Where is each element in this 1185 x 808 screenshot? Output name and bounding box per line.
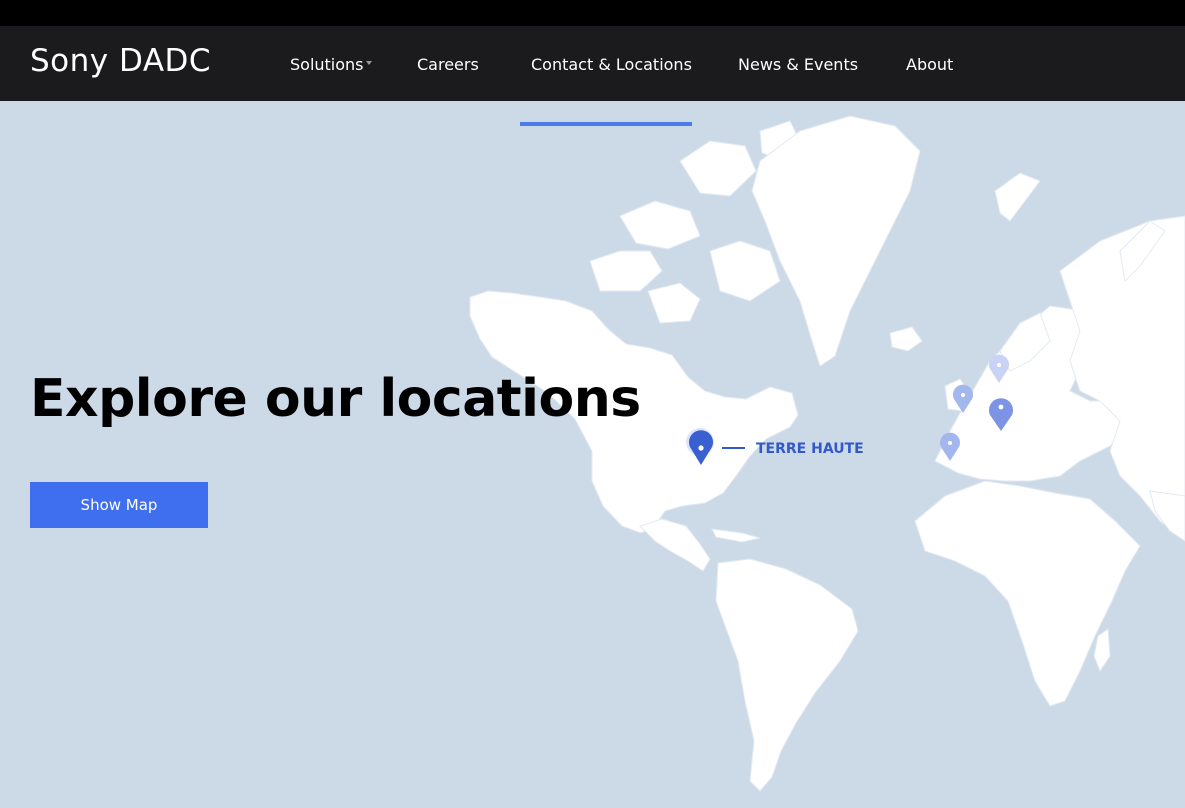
show-map-button[interactable]: Show Map [30, 482, 208, 528]
africa-landmass [914, 480, 1141, 707]
nav-item-news-events[interactable]: News & Events [738, 55, 858, 74]
locations-hero: Explore our locations Show Map TERRE HAU… [0, 101, 1185, 808]
arctic-islands [589, 250, 663, 292]
browser-top-bar [0, 0, 1185, 26]
chevron-down-icon[interactable] [366, 61, 372, 65]
caribbean-islands [711, 528, 761, 543]
site-header: Sony DADC Solutions Careers Contact & Lo… [0, 26, 1185, 126]
world-map[interactable] [0, 101, 1185, 808]
nav-item-careers[interactable]: Careers [417, 55, 479, 74]
sony-dadc-logo[interactable]: Sony DADC [30, 43, 211, 79]
nav-item-about[interactable]: About [906, 55, 953, 74]
nav-item-solutions[interactable]: Solutions [290, 55, 364, 74]
central-america-landmass [639, 518, 711, 572]
greenland-landmass [751, 115, 921, 367]
iceland-landmass [889, 326, 923, 352]
location-label-terre-haute[interactable]: TERRE HAUTE [756, 441, 864, 457]
hero-title: Explore our locations [30, 369, 641, 429]
nav-item-contact-locations[interactable]: Contact & Locations [531, 55, 692, 74]
south-america-landmass [715, 558, 859, 792]
